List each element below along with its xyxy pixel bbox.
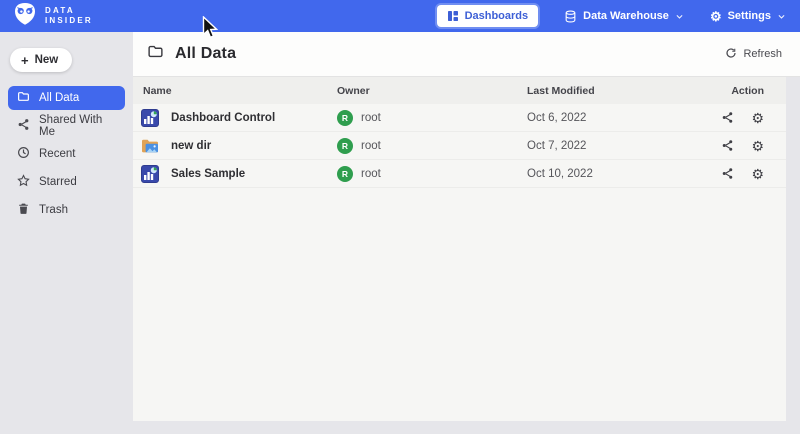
new-button[interactable]: + New (10, 48, 72, 72)
plus-icon: + (21, 55, 29, 66)
refresh-label: Refresh (743, 48, 782, 60)
share-button[interactable] (721, 139, 734, 152)
sidebar-item-label: All Data (39, 92, 79, 104)
sidebar-item-starred[interactable]: Starred (8, 170, 125, 194)
settings-menu[interactable]: ⚙ Settings (710, 10, 786, 23)
content-area: Name Owner Last Modified Action (133, 77, 800, 434)
sidebar-item-label: Trash (39, 204, 68, 216)
folder-icon (17, 90, 30, 106)
share-button[interactable] (721, 167, 734, 180)
share-button[interactable] (721, 111, 734, 124)
settings-gear-button[interactable]: ⚙ (751, 167, 764, 181)
data-warehouse-label: Data Warehouse (583, 10, 669, 22)
settings-gear-button[interactable]: ⚙ (751, 111, 764, 125)
refresh-icon (725, 47, 737, 62)
gear-icon: ⚙ (710, 10, 722, 23)
folder-icon (147, 43, 164, 65)
file-name[interactable]: new dir (171, 140, 211, 152)
main-area: All Data Refresh Name Owner (133, 32, 800, 434)
sidebar-item-all-data[interactable]: All Data (8, 86, 125, 110)
app-window: DATA INSIDER Dashboards (0, 0, 800, 434)
sidebar-item-label: Starred (39, 176, 77, 188)
sidebar: + New All Data Shared With (0, 32, 133, 434)
last-modified: Oct 10, 2022 (527, 168, 717, 180)
owner-name: root (361, 168, 381, 180)
refresh-button[interactable]: Refresh (725, 47, 782, 62)
star-icon (17, 174, 30, 190)
file-table: Name Owner Last Modified Action (133, 77, 786, 421)
sidebar-item-shared-with-me[interactable]: Shared With Me (8, 114, 125, 138)
settings-gear-button[interactable]: ⚙ (751, 139, 764, 153)
top-nav: Dashboards Data Warehouse ⚙ Settings (437, 5, 786, 27)
sidebar-item-trash[interactable]: Trash (8, 198, 125, 222)
last-modified: Oct 6, 2022 (527, 112, 717, 124)
sidebar-item-recent[interactable]: Recent (8, 142, 125, 166)
share-icon (17, 118, 30, 134)
table-row[interactable]: Dashboard Control R root Oct 6, 2022 (133, 104, 786, 132)
dashboards-button[interactable]: Dashboards (437, 5, 539, 27)
file-name[interactable]: Sales Sample (171, 168, 245, 180)
settings-label: Settings (728, 10, 771, 22)
data-warehouse-menu[interactable]: Data Warehouse (564, 10, 684, 23)
app-logo: DATA INSIDER (12, 2, 93, 31)
column-header-last-modified: Last Modified (527, 85, 717, 97)
database-icon (564, 10, 577, 23)
column-header-name: Name (133, 85, 337, 97)
owner-name: root (361, 140, 381, 152)
dashboard-file-icon (141, 165, 159, 183)
column-header-owner: Owner (337, 85, 527, 97)
sidebar-item-label: Shared With Me (39, 114, 116, 138)
new-button-label: New (35, 54, 59, 66)
chevron-down-icon (675, 12, 684, 21)
table-row[interactable]: new dir R root Oct 7, 2022 (133, 132, 786, 160)
owner-avatar: R (337, 166, 353, 182)
page-header: All Data Refresh (133, 32, 800, 77)
owner-name: root (361, 112, 381, 124)
owner-avatar: R (337, 110, 353, 126)
top-bar: DATA INSIDER Dashboards (0, 0, 800, 32)
clock-icon (17, 146, 30, 162)
logo-line-1: DATA (45, 6, 93, 16)
dashboard-file-icon (141, 109, 159, 127)
sidebar-item-label: Recent (39, 148, 75, 160)
page-title: All Data (175, 45, 236, 63)
column-header-action: Action (717, 85, 786, 97)
chevron-down-icon (777, 12, 786, 21)
logo-wordmark: DATA INSIDER (45, 6, 93, 26)
folder-file-icon (141, 137, 159, 155)
trash-icon (17, 202, 30, 218)
last-modified: Oct 7, 2022 (527, 140, 717, 152)
table-row[interactable]: Sales Sample R root Oct 10, 2022 (133, 160, 786, 188)
dashboard-grid-icon (447, 10, 459, 22)
dashboards-label: Dashboards (465, 10, 529, 22)
file-name[interactable]: Dashboard Control (171, 112, 275, 124)
logo-line-2: INSIDER (45, 16, 93, 26)
owl-logo-icon (12, 2, 38, 31)
owner-avatar: R (337, 138, 353, 154)
table-header-row: Name Owner Last Modified Action (133, 77, 786, 104)
